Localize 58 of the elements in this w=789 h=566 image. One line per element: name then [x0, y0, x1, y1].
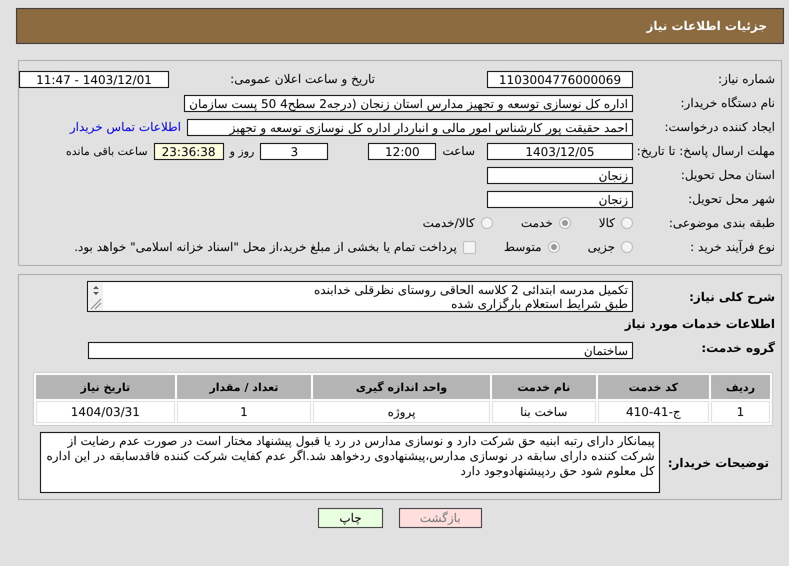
- scrollbar-icon: [89, 283, 103, 311]
- text-field[interactable]: زنجان: [487, 166, 633, 184]
- field-label: شماره نیاز:: [717, 72, 776, 86]
- time-label: ساعت: [442, 144, 476, 158]
- radio-button[interactable]: [621, 217, 633, 229]
- field-label: توضیحات خریدار:: [668, 456, 770, 470]
- field-label: شرح کلی نیاز:: [688, 290, 776, 304]
- text-field[interactable]: 1403/12/01 - 11:47: [19, 70, 169, 88]
- checkbox-label: پرداخت تمام یا بخشی از مبلغ خرید،از محل "اسناد خزانه اسلامی" خواهد بود.: [74, 240, 457, 254]
- column-header: نام خدمت: [492, 375, 596, 399]
- radio-button[interactable]: [621, 241, 633, 253]
- text-field[interactable]: احمد حقیقت پور کارشناس امور مالی و انباردار اداره کل نوسازی توسعه و تجهیز: [187, 118, 633, 136]
- column-header: کد خدمت: [598, 375, 709, 399]
- table-cell: 1: [710, 401, 770, 423]
- notes-textarea[interactable]: پیمانکار دارای رتبه ابنیه حق شرکت دارد و نوسازی مدارس در رد یا قبول پیشنهاد مختار است در صورت عدم رضایت از شرکت کننده دارای سابقه در نوسازی مدارس،پیشنهادوی ردخواهد شد.اگر عدم کفایت شرکت کننده فاقدسابقه در این اداره کل معلوم شود حق ردپیشنهادوجود دارد: [40, 432, 660, 493]
- radio-button[interactable]: [548, 241, 560, 253]
- option-label: کالا/خدمت: [422, 216, 475, 230]
- radio-button[interactable]: [558, 217, 571, 229]
- column-header: واحد اندازه گیری: [313, 375, 490, 399]
- text-field[interactable]: ساختمان: [88, 342, 633, 358]
- date-field[interactable]: 1403/12/05: [487, 142, 633, 160]
- option-label: جزیی: [588, 240, 615, 254]
- option-label: متوسط: [504, 240, 542, 254]
- table-cell: پروژه: [313, 401, 490, 423]
- column-header: تاریخ نیاز: [36, 375, 175, 399]
- remaining-label: ساعت باقی مانده: [66, 144, 148, 158]
- time-field[interactable]: 12:00: [368, 142, 436, 160]
- field-label: تاریخ و ساعت اعلان عمومی:: [230, 72, 376, 86]
- days-field[interactable]: 3: [260, 142, 328, 160]
- text-field[interactable]: زنجان: [487, 190, 633, 208]
- field-label: نوع فرآیند خرید :: [689, 240, 776, 254]
- text-field[interactable]: 1103004776000069: [487, 70, 633, 88]
- table-cell: ساخت بنا: [492, 401, 596, 423]
- checkbox[interactable]: [462, 240, 476, 254]
- field-label: طبقه بندی موضوعی:: [668, 216, 776, 230]
- table-cell: ج-41-410: [598, 401, 709, 423]
- column-header: تعداد / مقدار: [176, 375, 312, 399]
- page-title: جزئیات اطلاعات نیاز: [646, 19, 767, 33]
- section-title: اطلاعات خدمات مورد نیاز: [623, 316, 776, 333]
- column-header: ردیف: [710, 375, 770, 399]
- print-button[interactable]: چاپ: [318, 508, 383, 528]
- field-label: گروه خدمت:: [700, 341, 776, 355]
- days-label: روز و: [230, 144, 254, 158]
- field-label: ایجاد کننده درخواست:: [663, 120, 776, 134]
- option-label: خدمت: [520, 216, 553, 230]
- field-label: مهلت ارسال پاسخ: تا تاریخ:: [636, 144, 776, 158]
- description-textarea[interactable]: تکمیل مدرسه ابتدائی 2 کلاسه الحاقی روستای نظرقلی خدابنده طبق شرایط استعلام بارگزاری شده: [87, 281, 633, 312]
- radio-button[interactable]: [480, 217, 493, 229]
- text-field[interactable]: اداره کل نوسازی توسعه و تجهیز مدارس استان زنجان (درجه2 سطح4 50 پست سازمان: [184, 94, 633, 112]
- table-cell: 1: [176, 401, 312, 423]
- option-label: کالا: [598, 216, 615, 230]
- remaining-time-field[interactable]: 23:36:38: [154, 142, 224, 160]
- field-label: استان محل تحویل:: [680, 168, 776, 182]
- field-label: نام دستگاه خریدار:: [680, 96, 776, 110]
- field-label: شهر محل تحویل:: [687, 192, 776, 206]
- back-button[interactable]: بازگشت: [398, 508, 482, 528]
- contact-link[interactable]: اطلاعات تماس خریدار: [70, 120, 181, 134]
- table-cell: 1404/03/31: [36, 401, 175, 423]
